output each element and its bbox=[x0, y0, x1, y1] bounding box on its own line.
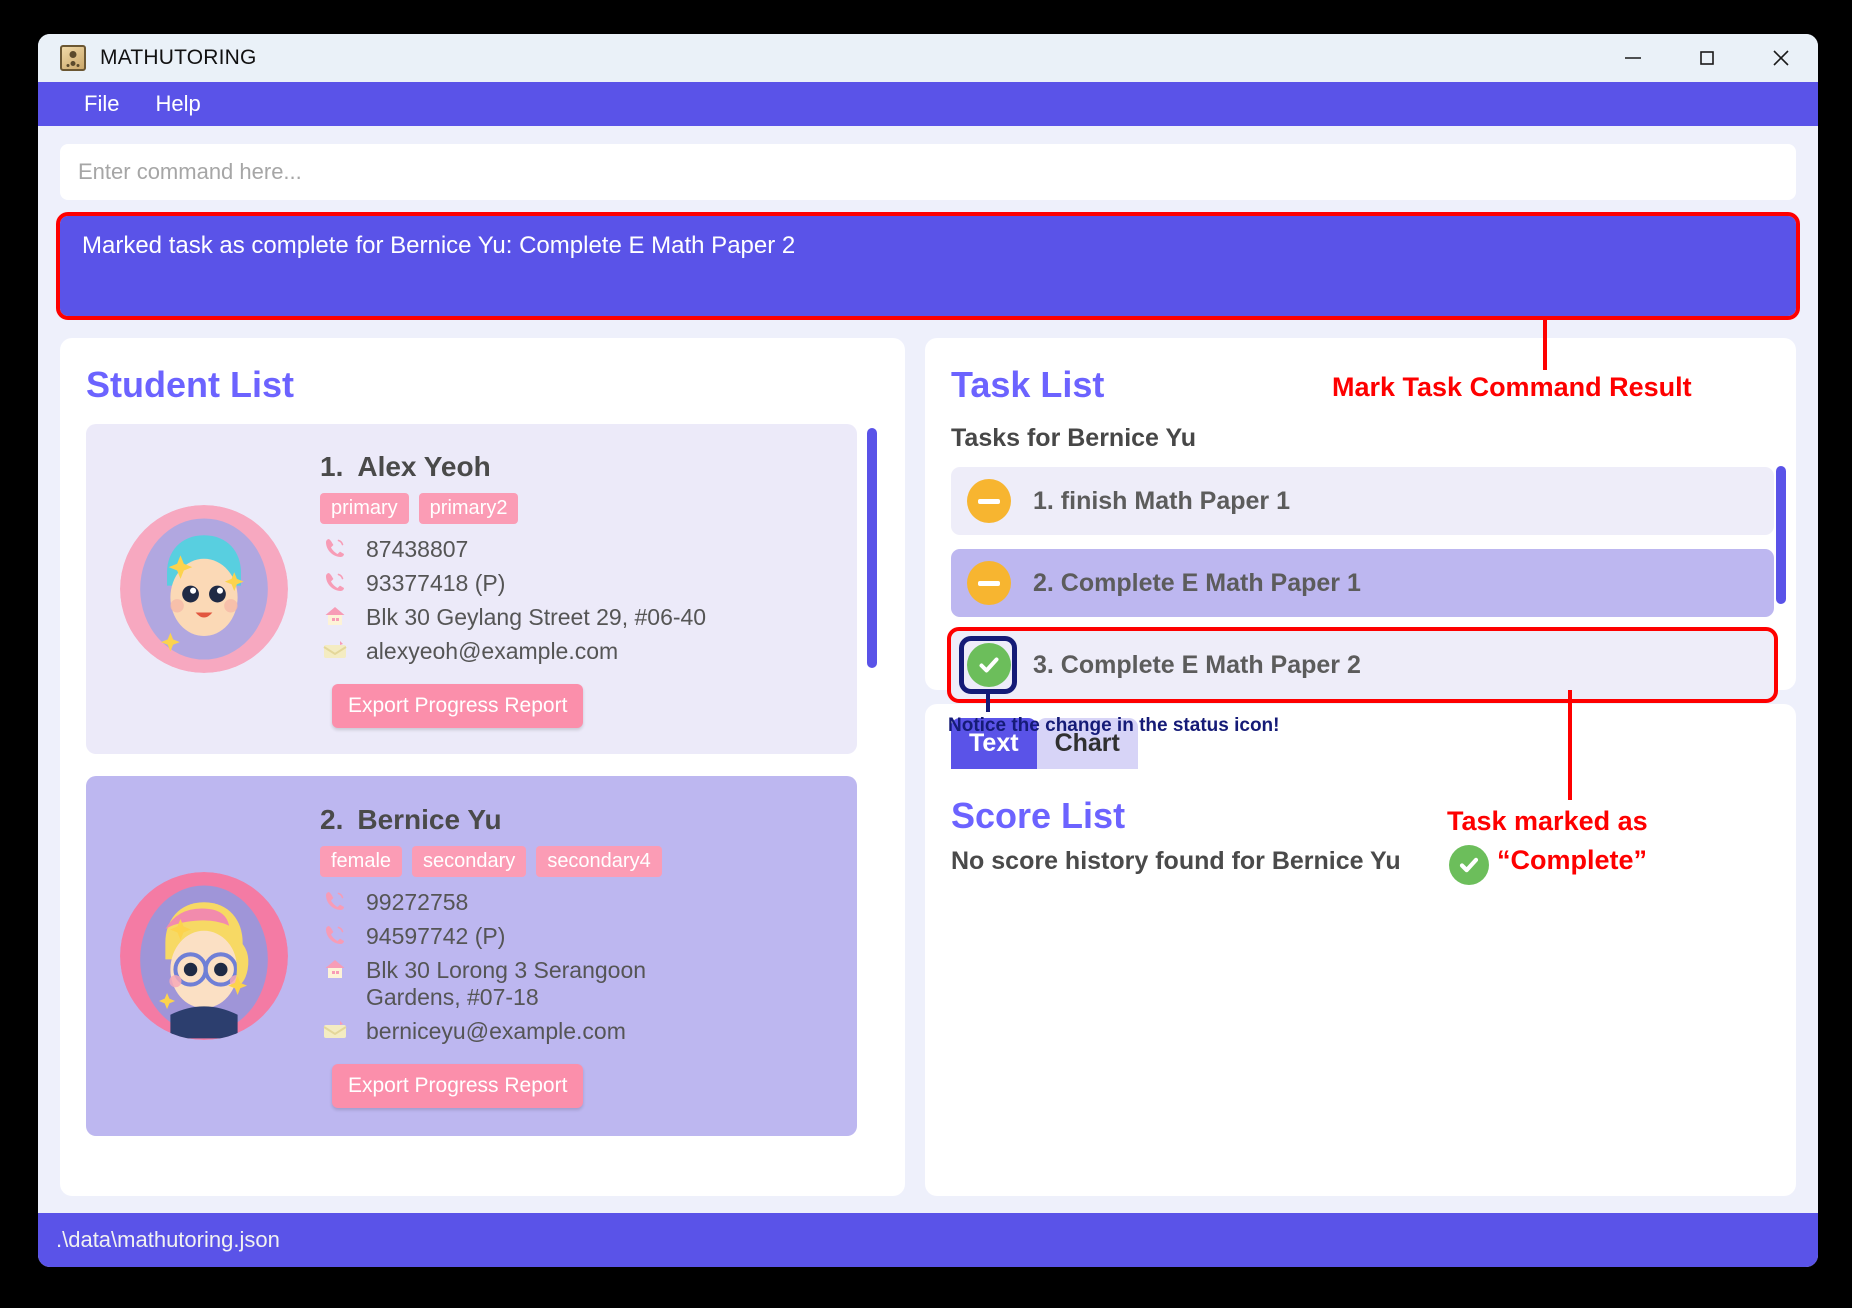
title-bar: MATHUTORING bbox=[38, 34, 1818, 82]
student-list-scrollbar[interactable] bbox=[867, 428, 877, 668]
task-list-panel: Task List Tasks for Bernice Yu 1. finish… bbox=[925, 338, 1796, 703]
envelope-icon bbox=[320, 1018, 350, 1042]
student-list-panel: Student List 1. Alex Yeoh primary primar… bbox=[60, 338, 905, 1196]
export-progress-report-button[interactable]: Export Progress Report bbox=[332, 683, 584, 728]
app-body: Enter command here... Marked task as com… bbox=[38, 126, 1818, 1213]
right-column: Task List Tasks for Bernice Yu 1. finish… bbox=[925, 338, 1796, 1196]
window-title: MATHUTORING bbox=[100, 46, 257, 69]
application-window: MATHUTORING File Help Enter command here… bbox=[38, 34, 1818, 1267]
score-view-tabs: Text Chart bbox=[951, 718, 1774, 769]
student-parent-phone: 93377418 (P) bbox=[366, 569, 506, 596]
tab-chart[interactable]: Chart bbox=[1036, 718, 1138, 769]
student-tag: primary2 bbox=[418, 492, 519, 524]
student-name: 1. Alex Yeoh bbox=[320, 451, 837, 483]
phone-icon bbox=[320, 536, 350, 560]
tab-text[interactable]: Text bbox=[951, 718, 1037, 769]
student-parent-phone-row: 93377418 (P) bbox=[320, 570, 837, 597]
student-card[interactable]: 1. Alex Yeoh primary primary2 87438807 9… bbox=[86, 424, 857, 754]
student-list-scroll-area[interactable]: 1. Alex Yeoh primary primary2 87438807 9… bbox=[86, 424, 883, 1179]
student-tags: female secondary secondary4 bbox=[320, 846, 837, 877]
task-list-title: Task List bbox=[951, 364, 1105, 405]
avatar bbox=[120, 505, 288, 673]
task-label: 2. Complete E Math Paper 1 bbox=[1033, 568, 1361, 597]
student-email-row: berniceyu@example.com bbox=[320, 1018, 837, 1045]
status-bar: .\data\mathutoring.json bbox=[38, 1213, 1818, 1267]
student-tags: primary primary2 bbox=[320, 492, 837, 524]
student-address-row: Blk 30 Geylang Street 29, #06-40 bbox=[320, 604, 837, 631]
student-name-text: Bernice Yu bbox=[357, 804, 502, 835]
status-pending-icon bbox=[967, 479, 1011, 523]
student-email-row: alexyeoh@example.com bbox=[320, 638, 837, 665]
student-phone-row: 87438807 bbox=[320, 536, 837, 563]
student-tag: secondary4 bbox=[536, 846, 662, 877]
house-icon bbox=[320, 604, 350, 628]
student-tag: secondary bbox=[412, 846, 527, 877]
menu-bar: File Help bbox=[38, 82, 1818, 126]
task-list-scrollbar[interactable] bbox=[1776, 466, 1786, 604]
student-index: 1. bbox=[320, 450, 344, 482]
menu-item-help[interactable]: Help bbox=[155, 91, 200, 117]
command-result-box: Marked task as complete for Bernice Yu: … bbox=[60, 216, 1796, 316]
student-name-text: Alex Yeoh bbox=[357, 450, 491, 482]
status-bar-path: .\data\mathutoring.json bbox=[56, 1227, 280, 1252]
main-panels: Student List 1. Alex Yeoh primary primar… bbox=[60, 338, 1796, 1196]
student-info: 1. Alex Yeoh primary primary2 87438807 9… bbox=[320, 451, 837, 728]
student-phone: 99272758 bbox=[366, 889, 469, 915]
task-label: 1. finish Math Paper 1 bbox=[1033, 486, 1291, 515]
student-address-row: Blk 30 Lorong 3 Serangoon Gardens, #07-1… bbox=[320, 957, 720, 1011]
house-icon bbox=[320, 957, 350, 981]
command-result-text: Marked task as complete for Bernice Yu: … bbox=[82, 232, 796, 259]
task-row[interactable]: 3. Complete E Math Paper 2 bbox=[947, 627, 1778, 703]
address-book-icon bbox=[60, 45, 86, 71]
student-phone: 87438807 bbox=[366, 535, 469, 562]
phone-icon bbox=[320, 889, 350, 913]
student-email: alexyeoh@example.com bbox=[366, 637, 619, 664]
envelope-icon bbox=[320, 638, 350, 662]
student-tag: primary bbox=[320, 492, 409, 524]
phone-icon bbox=[320, 570, 350, 594]
student-email: berniceyu@example.com bbox=[366, 1018, 626, 1044]
phone-icon bbox=[320, 923, 350, 947]
close-icon[interactable] bbox=[1744, 34, 1818, 82]
student-parent-phone-row: 94597742 (P) bbox=[320, 923, 837, 950]
student-address: Blk 30 Geylang Street 29, #06-40 bbox=[366, 603, 707, 630]
score-list-panel: Text Chart Score List No score history f… bbox=[925, 704, 1796, 1196]
menu-item-file[interactable]: File bbox=[84, 91, 119, 117]
student-info: 2. Bernice Yu female secondary secondary4 bbox=[320, 804, 837, 1108]
student-card[interactable]: 2. Bernice Yu female secondary secondary4 bbox=[86, 776, 857, 1136]
student-name: 2. Bernice Yu bbox=[320, 804, 837, 836]
student-index: 2. bbox=[320, 804, 344, 835]
status-complete-icon bbox=[967, 643, 1011, 687]
student-address: Blk 30 Lorong 3 Serangoon Gardens, #07-1… bbox=[366, 957, 647, 1010]
window-controls bbox=[1596, 34, 1818, 82]
command-input-placeholder: Enter command here... bbox=[78, 159, 302, 184]
student-parent-phone: 94597742 (P) bbox=[366, 923, 506, 949]
score-list-title: Score List bbox=[951, 795, 1126, 836]
status-pending-icon bbox=[967, 561, 1011, 605]
task-row[interactable]: 2. Complete E Math Paper 1 bbox=[951, 549, 1774, 617]
command-result-wrapper: Marked task as complete for Bernice Yu: … bbox=[56, 212, 1800, 320]
score-empty-message: No score history found for Bernice Yu bbox=[951, 847, 1401, 875]
avatar bbox=[120, 872, 288, 1040]
export-progress-report-button[interactable]: Export Progress Report bbox=[332, 1064, 584, 1108]
task-label: 3. Complete E Math Paper 2 bbox=[1033, 650, 1361, 679]
maximize-icon[interactable] bbox=[1670, 34, 1744, 82]
task-row[interactable]: 1. finish Math Paper 1 bbox=[951, 467, 1774, 535]
minimize-icon[interactable] bbox=[1596, 34, 1670, 82]
student-list-title: Student List bbox=[86, 364, 294, 405]
task-list-subtitle: Tasks for Bernice Yu bbox=[951, 424, 1197, 452]
command-input[interactable]: Enter command here... bbox=[60, 144, 1796, 200]
student-phone-row: 99272758 bbox=[320, 889, 837, 916]
student-tag: female bbox=[320, 846, 403, 877]
